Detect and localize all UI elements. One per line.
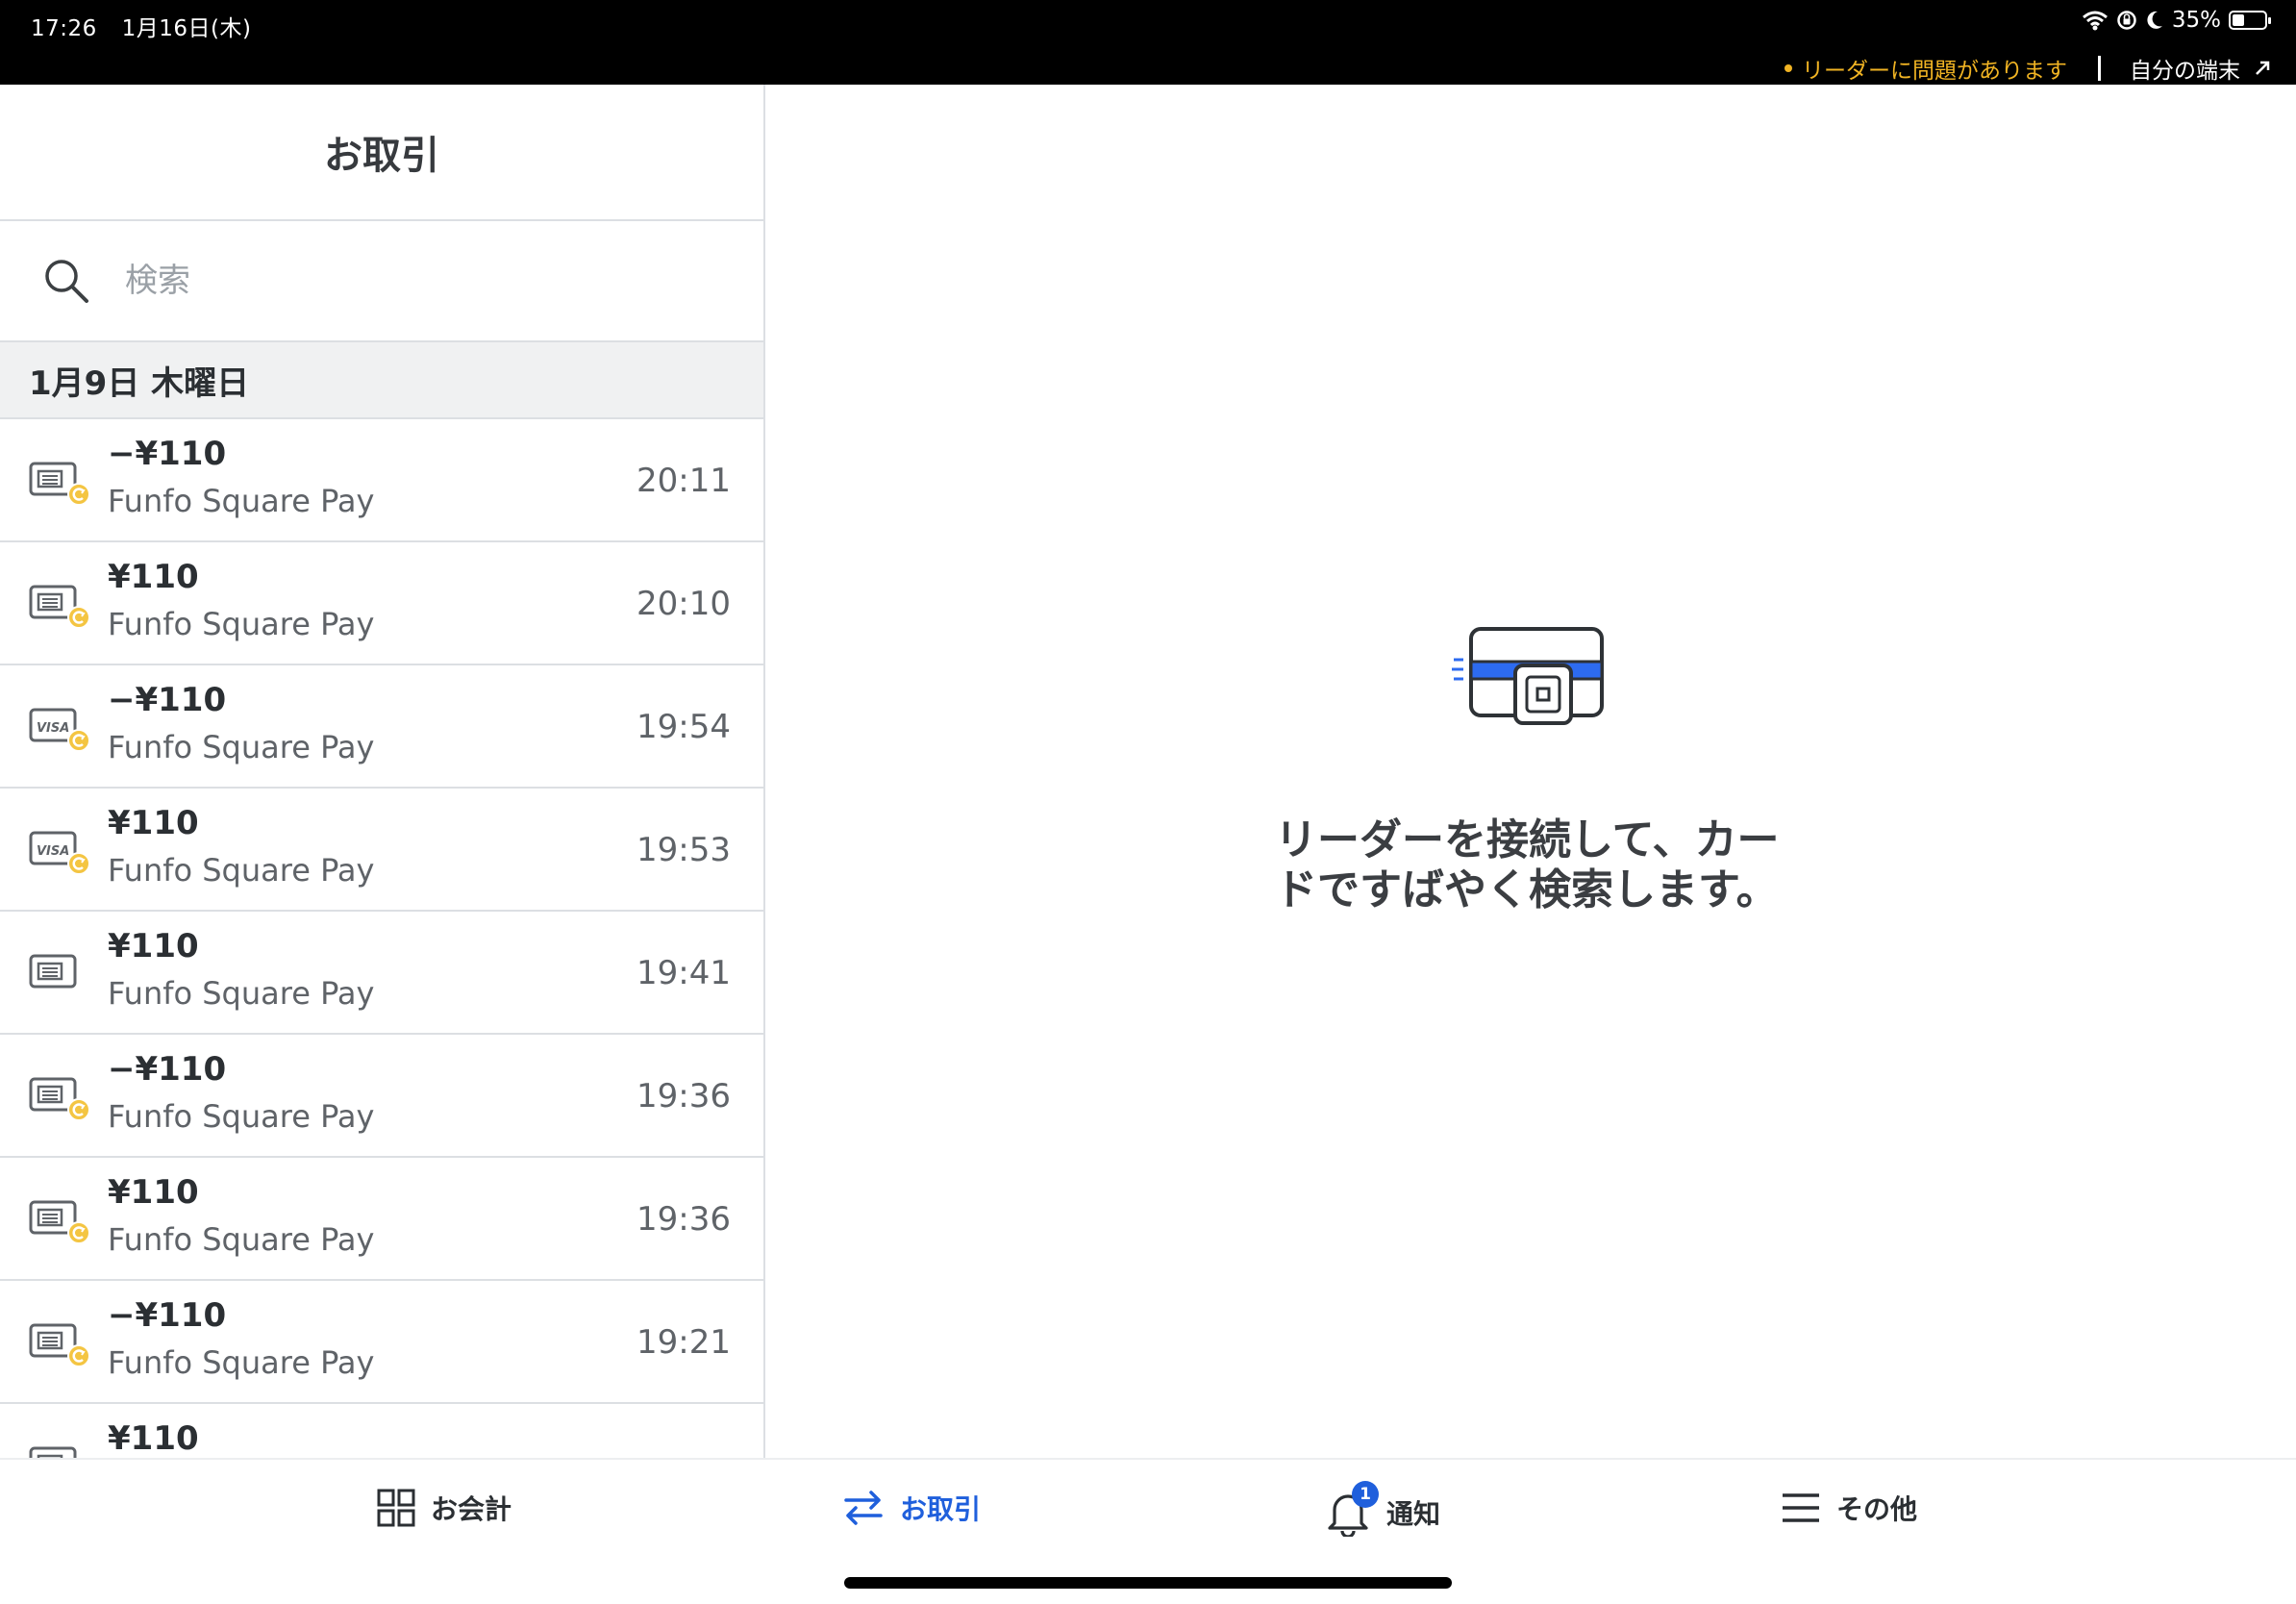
my-device-link[interactable]: 自分の端末 xyxy=(2130,52,2271,85)
reader-warning-label: リーダーに問題があります xyxy=(1802,59,2067,84)
visa-card-icon: VISA xyxy=(29,708,90,752)
transaction-merchant: Funfo Square Pay xyxy=(108,606,375,642)
menu-icon xyxy=(1783,1493,1819,1522)
status-date: 1月16日(木) xyxy=(121,16,252,41)
transaction-row[interactable]: −¥110 Funfo Square Pay 20:11 xyxy=(0,419,763,542)
my-device-label: 自分の端末 xyxy=(2130,59,2240,84)
empty-state-message: リーダーを接続して、カードですばやく検索します。 xyxy=(1275,815,1780,915)
date-section-header: 1月9日 木曜日 xyxy=(0,342,763,419)
transaction-row[interactable]: ¥110 Funfo Square Pay 19:41 xyxy=(0,912,763,1035)
page-title: お取引 xyxy=(0,85,763,221)
transaction-merchant: Funfo Square Pay xyxy=(108,1098,375,1135)
transaction-row[interactable]: ¥110 Funfo Square Pay 20:10 xyxy=(0,542,763,665)
card-icon xyxy=(29,1323,90,1367)
transaction-amount: ¥110 xyxy=(108,927,199,965)
transactions-list-pane: お取引 1月9日 木曜日 −¥110 Funfo Square Pay 20:11 ¥… xyxy=(0,85,765,1458)
transaction-amount: −¥110 xyxy=(108,681,227,719)
notification-badge: 1 xyxy=(1352,1481,1379,1508)
transaction-amount: ¥110 xyxy=(108,1419,199,1458)
tab-more-label: その他 xyxy=(1836,1493,1918,1525)
transaction-time: 19:36 xyxy=(636,1077,731,1115)
transaction-row[interactable]: VISA −¥110 Funfo Square Pay 19:54 xyxy=(0,665,763,789)
battery-percent: 35% xyxy=(2171,8,2221,33)
tab-checkout[interactable]: お会計 xyxy=(377,1489,512,1527)
transaction-time: 20:10 xyxy=(636,585,731,623)
moon-icon xyxy=(2147,11,2162,29)
transaction-merchant: Funfo Square Pay xyxy=(108,852,375,889)
search-input[interactable] xyxy=(123,261,704,301)
card-icon xyxy=(29,585,90,629)
transaction-amount: −¥110 xyxy=(108,1296,227,1335)
battery-icon xyxy=(2229,11,2271,30)
transaction-time: 19:36 xyxy=(636,1200,731,1239)
transaction-merchant: Funfo Square Pay xyxy=(108,1344,375,1381)
search-icon xyxy=(45,260,88,303)
transaction-time: 19:53 xyxy=(636,831,731,869)
warning-dot-icon xyxy=(1784,64,1792,72)
transaction-amount: −¥110 xyxy=(108,1050,227,1089)
tab-notifications-label: 通知 xyxy=(1386,1498,1441,1530)
card-icon xyxy=(29,954,77,989)
svg-text:VISA: VISA xyxy=(37,721,69,736)
transaction-time: 19:41 xyxy=(636,954,731,992)
home-indicator xyxy=(844,1577,1452,1589)
transaction-amount: ¥110 xyxy=(108,1173,199,1212)
tab-transactions-label: お取引 xyxy=(900,1493,982,1525)
visa-card-icon: VISA xyxy=(29,831,90,875)
transaction-time: 19:21 xyxy=(636,1323,731,1362)
card-icon xyxy=(29,1446,77,1458)
transaction-amount: ¥110 xyxy=(108,804,199,842)
tab-checkout-label: お会計 xyxy=(431,1493,512,1525)
transaction-row[interactable]: VISA ¥110 Funfo Square Pay 19:53 xyxy=(0,789,763,912)
transaction-merchant: Funfo Square Pay xyxy=(108,975,375,1012)
card-icon xyxy=(29,462,90,506)
tab-notifications[interactable]: 1 通知 xyxy=(1325,1481,1441,1539)
transaction-row[interactable]: ¥110 xyxy=(0,1404,763,1458)
transaction-detail-pane: リーダーを接続して、カードですばやく検索します。 xyxy=(765,85,2296,1458)
clock: 17:26 xyxy=(31,16,97,41)
swap-arrows-icon xyxy=(844,1491,883,1525)
transaction-amount: −¥110 xyxy=(108,435,227,473)
card-icon xyxy=(29,1077,90,1121)
transaction-row[interactable]: ¥110 Funfo Square Pay 19:36 xyxy=(0,1158,763,1281)
grid-icon xyxy=(377,1489,415,1527)
transaction-time: 19:54 xyxy=(636,708,731,746)
reader-status: リーダーに問題があります 自分の端末 xyxy=(1784,52,2271,85)
card-reader-icon xyxy=(1452,627,1604,725)
divider xyxy=(2098,56,2101,81)
transaction-row[interactable]: −¥110 Funfo Square Pay 19:21 xyxy=(0,1281,763,1404)
bell-icon: 1 xyxy=(1325,1481,1379,1539)
card-icon xyxy=(29,1200,90,1244)
svg-text:VISA: VISA xyxy=(37,844,69,859)
reader-warning[interactable]: リーダーに問題があります xyxy=(1784,52,2067,85)
transaction-amount: ¥110 xyxy=(108,558,199,596)
status-bar: 17:26 1月16日(木) 35% リーダーに問題があります 自分の端末 xyxy=(0,0,2296,85)
transaction-merchant: Funfo Square Pay xyxy=(108,729,375,765)
tab-transactions[interactable]: お取引 xyxy=(842,1489,981,1527)
search-bar[interactable] xyxy=(0,221,763,342)
transaction-list: −¥110 Funfo Square Pay 20:11 ¥110 Funfo Squa… xyxy=(0,419,763,1458)
wifi-icon xyxy=(2082,11,2108,31)
transaction-merchant: Funfo Square Pay xyxy=(108,483,375,519)
status-time: 17:26 1月16日(木) xyxy=(31,10,251,42)
status-icons: 35% xyxy=(2082,8,2271,33)
transaction-row[interactable]: −¥110 Funfo Square Pay 19:36 xyxy=(0,1035,763,1158)
transaction-time: 20:11 xyxy=(636,462,731,500)
arrow-up-right-icon xyxy=(2256,61,2270,75)
tab-more[interactable]: その他 xyxy=(1781,1489,1917,1527)
orientation-lock-icon xyxy=(2117,11,2136,30)
transaction-merchant: Funfo Square Pay xyxy=(108,1221,375,1258)
